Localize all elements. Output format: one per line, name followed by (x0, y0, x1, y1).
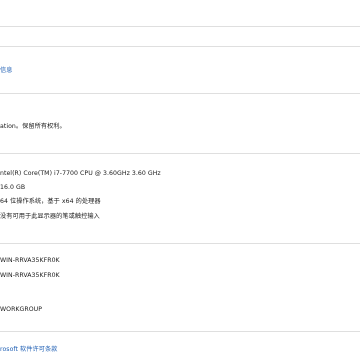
ram-value: 16.0 GB (0, 184, 26, 191)
pen-touch-value: 没有可用于此显示器的笔或触控输入 (0, 213, 100, 220)
workgroup-value: WORKGROUP (0, 306, 43, 313)
computer-name-value: WIN-RRVA35KFR0K (0, 257, 60, 264)
copyright-text: ation。保留所有权利。 (0, 123, 66, 130)
divider (0, 153, 360, 154)
divider (0, 331, 360, 332)
divider (0, 46, 360, 47)
processor-value: ntel(R) Core(TM) i7-7700 CPU @ 3.60GHz 3… (0, 170, 161, 177)
divider (0, 26, 360, 27)
divider (0, 243, 360, 244)
divider (0, 93, 360, 94)
license-terms-link[interactable]: rosoft 软件许可条款 (0, 346, 57, 354)
system-type-value: 64 位操作系统，基于 x64 的处理器 (0, 198, 101, 205)
system-properties-panel: 信息 ation。保留所有权利。 ntel(R) Core(TM) i7-770… (0, 0, 360, 360)
support-info-link[interactable]: 信息 (0, 67, 12, 75)
full-computer-name-value: WIN-RRVA35KFR0K (0, 272, 60, 279)
